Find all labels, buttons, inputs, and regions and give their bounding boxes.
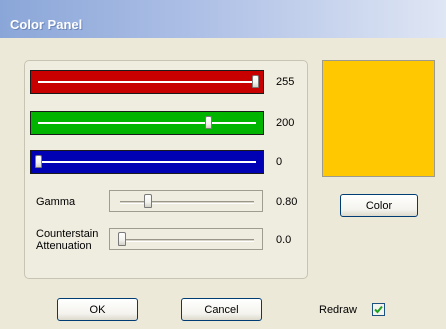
cancel-button[interactable]: Cancel bbox=[181, 298, 262, 321]
counterstain-slider[interactable] bbox=[109, 228, 263, 250]
green-slider[interactable] bbox=[30, 111, 264, 135]
slider-thumb[interactable] bbox=[252, 75, 259, 88]
red-slider[interactable] bbox=[30, 70, 264, 94]
gamma-label: Gamma bbox=[36, 196, 76, 208]
counterstain-label-line1: Counterstain bbox=[36, 228, 99, 240]
slider-thumb[interactable] bbox=[143, 194, 152, 208]
slider-track bbox=[38, 161, 256, 163]
slider-thumb[interactable] bbox=[35, 155, 42, 168]
gamma-slider[interactable] bbox=[109, 190, 263, 212]
checkmark-icon bbox=[374, 305, 383, 314]
slider-thumb[interactable] bbox=[118, 232, 126, 246]
color-button[interactable]: Color bbox=[340, 194, 418, 217]
slider-track bbox=[38, 122, 256, 124]
slider-thumb[interactable] bbox=[205, 116, 213, 129]
counterstain-label-line2: Attenuation bbox=[36, 240, 92, 252]
title-bar[interactable]: Color Panel bbox=[0, 0, 446, 38]
ok-button[interactable]: OK bbox=[57, 298, 138, 321]
counterstain-value: 0.0 bbox=[276, 234, 292, 246]
redraw-label: Redraw bbox=[319, 304, 357, 316]
gamma-value: 0.80 bbox=[276, 196, 298, 208]
window-title: Color Panel bbox=[10, 17, 83, 32]
red-value: 255 bbox=[276, 76, 295, 88]
blue-slider[interactable] bbox=[30, 150, 264, 174]
slider-track bbox=[120, 201, 254, 204]
color-preview-swatch bbox=[322, 60, 435, 177]
slider-track bbox=[120, 239, 254, 242]
slider-track bbox=[38, 81, 256, 83]
blue-value: 0 bbox=[276, 156, 283, 168]
redraw-checkbox[interactable] bbox=[372, 303, 385, 316]
green-value: 200 bbox=[276, 117, 295, 129]
